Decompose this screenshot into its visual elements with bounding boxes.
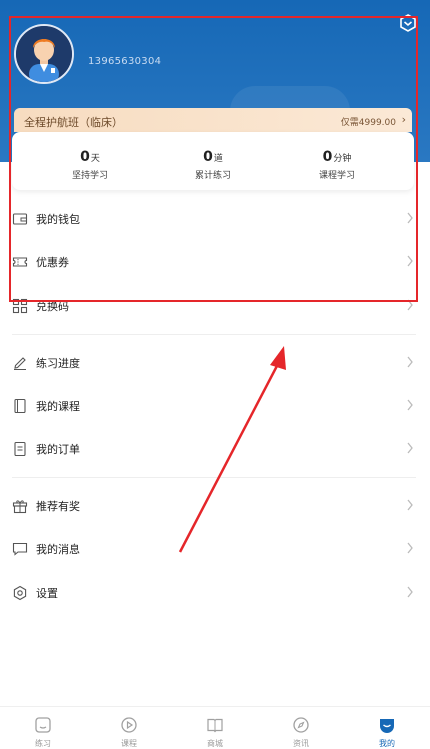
chevron-right-icon bbox=[407, 499, 413, 511]
tab-shop[interactable]: 商城 bbox=[172, 707, 258, 749]
vip-course-banner[interactable]: 全程护航班（临床） 仅需4999.00 › bbox=[14, 108, 412, 132]
chevron-right-icon bbox=[407, 356, 413, 368]
study-stats-card: 0天 坚持学习 0道 累计练习 0分钟 课程学习 bbox=[12, 132, 414, 190]
profile-icon bbox=[380, 719, 394, 733]
vip-price: 仅需4999.00 bbox=[340, 118, 396, 128]
menu-item-my-messages[interactable]: 我的消息 bbox=[0, 529, 430, 569]
book-icon bbox=[14, 398, 26, 414]
play-icon bbox=[121, 717, 137, 733]
practice-icon bbox=[35, 717, 51, 733]
stat-course-minutes: 0分钟 课程学习 bbox=[318, 149, 355, 181]
menu-item-redeem-code[interactable]: 兑换码 bbox=[0, 286, 430, 326]
vip-title: 全程护航班（临床） bbox=[24, 116, 123, 129]
coupon-icon bbox=[12, 257, 28, 267]
tab-mine[interactable]: 我的 bbox=[344, 707, 430, 749]
message-icon bbox=[12, 542, 28, 556]
menu-item-my-courses[interactable]: 我的课程 bbox=[0, 386, 430, 426]
order-icon bbox=[14, 441, 26, 457]
menu-item-wallet[interactable]: 我的钱包 bbox=[0, 199, 430, 239]
section-divider bbox=[12, 477, 416, 478]
chevron-right-icon bbox=[407, 542, 413, 554]
stat-practice-count: 0道 累计练习 bbox=[194, 149, 231, 181]
gear-icon bbox=[13, 585, 27, 601]
compass-icon bbox=[293, 717, 309, 733]
tab-news[interactable]: 资讯 bbox=[258, 707, 344, 749]
settings-hex-icon[interactable] bbox=[399, 14, 417, 32]
chevron-right-icon: › bbox=[401, 113, 406, 126]
menu-item-coupon[interactable]: 优惠券 bbox=[0, 242, 430, 282]
chevron-right-icon bbox=[407, 212, 413, 224]
grid-icon bbox=[12, 298, 28, 314]
menu-item-practice-progress[interactable]: 练习进度 bbox=[0, 343, 430, 383]
chevron-right-icon bbox=[407, 586, 413, 598]
section-divider bbox=[12, 334, 416, 335]
wallet-icon bbox=[12, 213, 28, 225]
chevron-right-icon bbox=[407, 299, 413, 311]
menu-item-my-orders[interactable]: 我的订单 bbox=[0, 429, 430, 469]
tab-practice[interactable]: 练习 bbox=[0, 707, 86, 749]
chevron-right-icon bbox=[407, 399, 413, 411]
bottom-tab-bar: 练习 课程 商城 资讯 我的 bbox=[0, 706, 430, 749]
shop-icon bbox=[207, 718, 223, 733]
avatar[interactable] bbox=[14, 24, 74, 84]
phone-number: 13965630304 bbox=[88, 56, 162, 67]
gift-icon bbox=[12, 500, 28, 514]
menu-item-referral-reward[interactable]: 推荐有奖 bbox=[0, 486, 430, 526]
chevron-right-icon bbox=[407, 255, 413, 267]
tab-courses[interactable]: 课程 bbox=[86, 707, 172, 749]
stat-study-days: 0天 坚持学习 bbox=[71, 149, 108, 181]
menu-item-settings[interactable]: 设置 bbox=[0, 573, 430, 613]
chevron-right-icon bbox=[407, 442, 413, 454]
pencil-icon bbox=[14, 357, 26, 370]
